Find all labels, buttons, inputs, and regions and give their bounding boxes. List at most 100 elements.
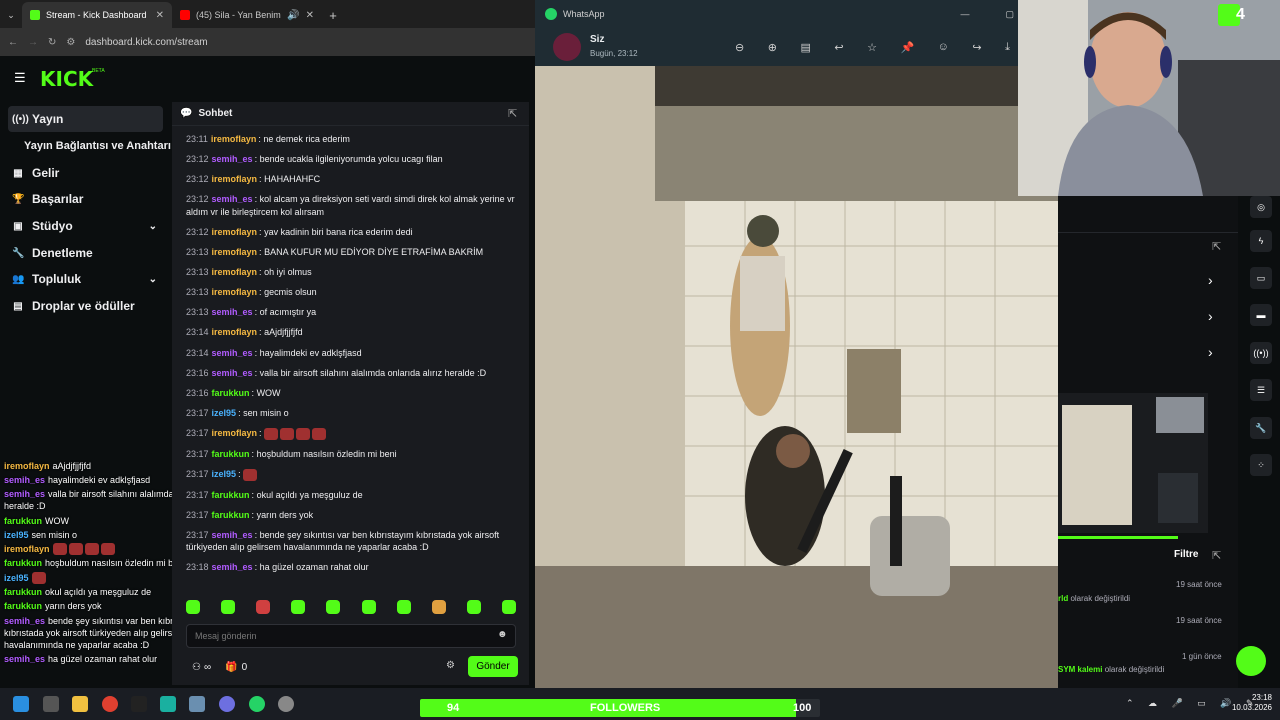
emote-icon[interactable]: [361, 600, 376, 614]
sidebar-item-denetleme[interactable]: 🔧 Denetleme: [8, 240, 163, 266]
emote-icon[interactable]: [221, 600, 236, 614]
popout-icon[interactable]: ⇱: [1212, 549, 1221, 562]
message-username[interactable]: farukkun: [212, 510, 250, 520]
document-icon[interactable]: ▭: [1250, 267, 1272, 289]
message-username[interactable]: farukkun: [212, 449, 250, 459]
message-username[interactable]: iremoflayn: [211, 134, 257, 144]
back-icon[interactable]: ←: [8, 37, 18, 48]
zoom-in-icon[interactable]: ⊕: [768, 41, 777, 54]
sidebar-item-studyo[interactable]: ▣ Stüdyo ⌄: [8, 213, 163, 239]
emote-icon[interactable]: [431, 600, 446, 614]
close-icon[interactable]: ✕: [156, 10, 164, 21]
popout-icon[interactable]: ⇱: [1212, 240, 1221, 253]
audio-app-icon[interactable]: [131, 696, 147, 712]
chrome-icon[interactable]: [102, 696, 118, 712]
app-icon[interactable]: [160, 696, 176, 712]
message-username[interactable]: iremoflayn: [212, 428, 258, 438]
layout-icon[interactable]: ☰: [1250, 379, 1272, 401]
emote-icon[interactable]: [256, 600, 271, 614]
reload-icon[interactable]: ↻: [48, 37, 56, 48]
hamburger-menu-icon[interactable]: ☰: [14, 70, 26, 86]
maximize-icon[interactable]: ▢: [1005, 9, 1014, 20]
site-info-icon[interactable]: ⚙: [66, 37, 75, 48]
message-username[interactable]: semih_es: [212, 307, 253, 317]
message-username[interactable]: semih_es: [212, 562, 253, 572]
message-time: 23:17: [186, 468, 209, 479]
support-button[interactable]: [1236, 646, 1266, 676]
emote-icon[interactable]: [186, 600, 200, 614]
sidebar-item-stream-key[interactable]: Yayın Bağlantısı ve Anahtarı: [8, 133, 178, 159]
wrench-icon[interactable]: 🔧: [1250, 417, 1272, 439]
filter-button[interactable]: Filtre: [1174, 549, 1198, 560]
chat-message: 23:13 semih_es: of acımıştır ya: [186, 306, 518, 318]
reply-icon[interactable]: ↩: [834, 41, 843, 54]
chat-message-input[interactable]: Mesaj gönderin: [186, 624, 516, 648]
message-username[interactable]: semih_es: [212, 348, 253, 358]
message-username[interactable]: iremoflayn: [212, 287, 258, 297]
discord-icon[interactable]: [219, 696, 235, 712]
message-username[interactable]: iremoflayn: [212, 227, 258, 237]
app-icon[interactable]: [189, 696, 205, 712]
forward-icon[interactable]: →: [28, 37, 38, 48]
apps-icon[interactable]: ⁘: [1250, 454, 1272, 476]
file-explorer-icon[interactable]: [72, 696, 88, 712]
avatar[interactable]: [553, 33, 581, 61]
stream-preview-thumbnail[interactable]: [1058, 393, 1208, 533]
broadcast-icon[interactable]: ((•)): [1250, 342, 1272, 364]
message-username[interactable]: semih_es: [212, 530, 253, 540]
forward-icon[interactable]: ↪: [972, 41, 981, 54]
chevron-right-icon[interactable]: ›: [1208, 308, 1213, 324]
zoom-out-icon[interactable]: ⊖: [735, 41, 744, 54]
sidebar-item-topluluk[interactable]: 👥 Topluluk ⌄: [8, 266, 163, 292]
speaker-icon[interactable]: 🔊: [287, 10, 299, 21]
url-field[interactable]: dashboard.kick.com/stream: [85, 37, 207, 48]
message-username[interactable]: iremoflayn: [212, 174, 258, 184]
tab-menu-icon[interactable]: ⌄: [0, 2, 22, 28]
chat-message: 23:17 farukkun: hoşbuldum nasılsın özledi…: [186, 448, 518, 460]
message-username[interactable]: iremoflayn: [212, 267, 258, 277]
message-username[interactable]: farukkun: [212, 490, 250, 500]
minimize-icon[interactable]: —: [960, 9, 969, 19]
message-username[interactable]: iremoflayn: [212, 247, 258, 257]
message-username[interactable]: izel95: [212, 469, 237, 479]
message-username[interactable]: semih_es: [212, 154, 253, 164]
task-view-icon[interactable]: [43, 696, 59, 712]
emote-icon[interactable]: [501, 600, 516, 614]
sidebar-item-yayin[interactable]: ((•)) Yayın: [8, 106, 163, 132]
message-username[interactable]: izel95: [212, 408, 237, 418]
chevron-right-icon[interactable]: ›: [1208, 344, 1213, 360]
tab-kick-dashboard[interactable]: Stream - Kick Dashboard ✕: [22, 2, 172, 28]
pin-icon[interactable]: 📌: [900, 41, 914, 54]
sidebar-item-basarilar[interactable]: 🏆 Başarılar: [8, 186, 163, 212]
emote-icon[interactable]: [466, 600, 481, 614]
emote-icon[interactable]: [326, 600, 341, 614]
sidebar-item-gelir[interactable]: ▦ Gelir: [8, 160, 163, 186]
emoji-icon[interactable]: ☻: [497, 629, 508, 640]
whatsapp-icon[interactable]: [249, 696, 265, 712]
lightning-icon[interactable]: ϟ: [1250, 230, 1272, 252]
emote-icon[interactable]: [396, 600, 411, 614]
windows-start-icon[interactable]: [13, 696, 29, 712]
send-button[interactable]: Gönder: [468, 656, 518, 677]
message-username[interactable]: farukkun: [212, 388, 250, 398]
new-tab-button[interactable]: +: [322, 2, 344, 28]
download-icon[interactable]: ⤓: [1005, 41, 1010, 54]
gear-icon[interactable]: ⚙: [446, 660, 455, 671]
close-icon[interactable]: ✕: [306, 10, 314, 21]
message-username[interactable]: semih_es: [212, 368, 253, 378]
emote-icon[interactable]: [291, 600, 306, 614]
kick-logo[interactable]: KICK: [40, 67, 93, 91]
chevron-right-icon[interactable]: ›: [1208, 272, 1213, 288]
obs-icon[interactable]: [278, 696, 294, 712]
message-username[interactable]: iremoflayn: [212, 327, 258, 337]
emoji-icon[interactable]: ☺: [938, 41, 949, 53]
message-icon[interactable]: ▤: [800, 41, 810, 54]
tab-youtube[interactable]: (45) Sila - Yan Benimle - Yo 🔊 ✕: [172, 2, 322, 28]
taskbar-clock[interactable]: 23:18 10.03.2026: [1226, 693, 1272, 714]
chat-icon[interactable]: ▬: [1250, 304, 1272, 326]
sidebar-item-droplar[interactable]: ▤ Droplar ve ödüller: [8, 293, 163, 319]
camera-icon[interactable]: ◎: [1250, 196, 1272, 218]
popout-icon[interactable]: ⇱: [508, 107, 517, 120]
star-icon[interactable]: ☆: [867, 41, 877, 54]
message-username[interactable]: semih_es: [212, 194, 253, 204]
